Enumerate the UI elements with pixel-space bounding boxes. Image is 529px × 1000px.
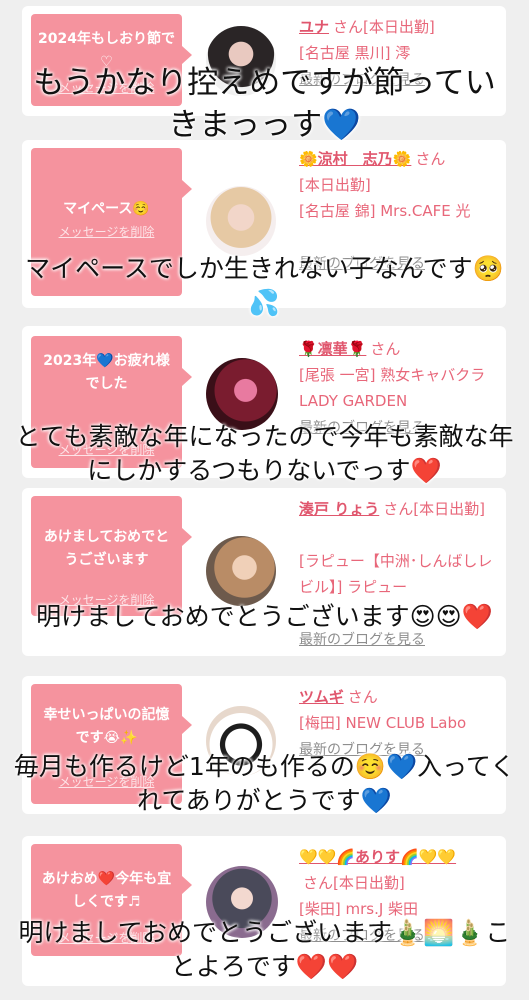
message-text: マイペース☺️ [63,201,150,217]
shop-location: [梅田] NEW CLUB Labo [299,714,467,732]
cast-name-link[interactable]: 💛💛🌈ありす🌈💛💛 [299,848,456,866]
caption-text: マイペースでしか生きれない子なんです🥺💦 [25,254,504,317]
delete-message-link[interactable]: メッセージを削除 [31,223,182,240]
status-text: [本日出勤] [363,18,435,36]
avatar[interactable] [206,536,276,606]
message-text: 幸せいっぱいの記憶です😭✨ [43,707,170,746]
shop-location: [ラピュー【中洲･しんばしレビル】] ラピュー [299,552,493,596]
shop-location: [尾張 一宮] 熟女キャバクラ LADY GARDEN [299,366,486,410]
status-text: [本日出勤] [299,176,371,194]
message-text: 2023年💙お疲れ様でした [43,353,170,392]
caption-text: 明けましておめでとうございます🎍🌅🎍ことよろです❤️❤️ [18,918,511,981]
status-text: [本日出勤] [333,874,405,892]
message-text: あけましておめでとうございます [43,529,170,568]
cast-name-link[interactable]: 🌼涼村 志乃🌼 [299,150,411,168]
avatar[interactable] [206,186,276,256]
cast-name-link[interactable]: ユナ [299,18,329,36]
shop-location: [名古屋 黒川] 澪 [299,44,411,62]
caption-text: 毎月も作るけど1年のも作るの☺️💙入ってくれてありがとうです💙 [13,752,516,815]
cast-name-link[interactable]: 湊戸 りょう [299,500,379,518]
caption-text: 明けましておめでとうございます😍😍❤️ [36,602,493,631]
cast-name-link[interactable]: ツムギ [299,688,344,706]
cast-name-link[interactable]: 🌹凛華🌹 [299,340,366,358]
blog-link[interactable]: 最新のブログを見る [299,632,425,648]
shop-location: [名古屋 錦] Mrs.CAFE 光 [299,202,471,220]
message-bubble: あけましておめでとうございます メッセージを削除 [31,496,192,616]
message-text: あけおめ❤️今年も宜しくです♬ [41,871,172,910]
status-text: [本日出勤] [413,500,485,518]
caption-text: もうかなり控えめですが節っていきまっっす💙 [33,65,496,143]
caption-text: とても素敵な年になったので今年も素敵な年にしかするつもりないでっす❤️ [15,422,514,485]
